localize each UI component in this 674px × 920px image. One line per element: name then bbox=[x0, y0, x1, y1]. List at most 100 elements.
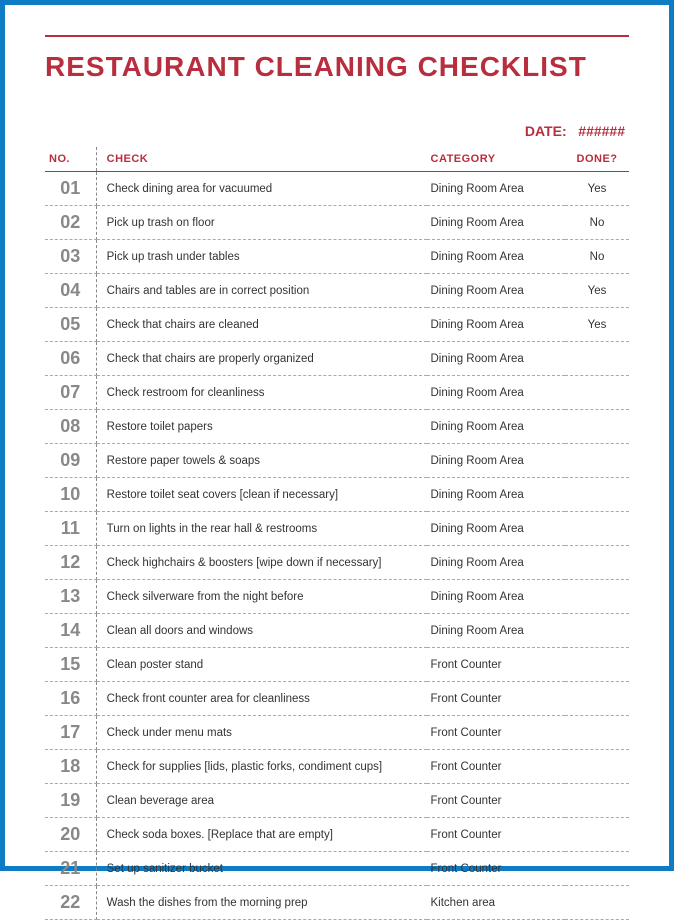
table-row: 20Check soda boxes. [Replace that are em… bbox=[45, 818, 629, 852]
cell-check: Clean beverage area bbox=[96, 784, 426, 818]
table-body: 01Check dining area for vacuumedDining R… bbox=[45, 172, 629, 920]
checklist-table: NO. CHECK CATEGORY DONE? 01Check dining … bbox=[45, 147, 629, 920]
cell-category: Dining Room Area bbox=[427, 172, 566, 206]
cell-done bbox=[565, 410, 629, 444]
cell-check: Check highchairs & boosters [wipe down i… bbox=[96, 546, 426, 580]
cell-no: 17 bbox=[45, 716, 96, 750]
cell-category: Dining Room Area bbox=[427, 376, 566, 410]
cell-category: Dining Room Area bbox=[427, 580, 566, 614]
cell-done: Yes bbox=[565, 172, 629, 206]
cell-no: 04 bbox=[45, 274, 96, 308]
table-header-row: NO. CHECK CATEGORY DONE? bbox=[45, 147, 629, 172]
cell-no: 03 bbox=[45, 240, 96, 274]
table-row: 17Check under menu matsFront Counter bbox=[45, 716, 629, 750]
cell-no: 21 bbox=[45, 852, 96, 886]
date-value: ###### bbox=[578, 123, 625, 139]
table-row: 01Check dining area for vacuumedDining R… bbox=[45, 172, 629, 206]
cell-check: Check restroom for cleanliness bbox=[96, 376, 426, 410]
cell-done bbox=[565, 376, 629, 410]
header-done: DONE? bbox=[565, 147, 629, 172]
table-row: 19Clean beverage areaFront Counter bbox=[45, 784, 629, 818]
cell-category: Front Counter bbox=[427, 818, 566, 852]
cell-category: Dining Room Area bbox=[427, 444, 566, 478]
cell-check: Restore toilet papers bbox=[96, 410, 426, 444]
cell-category: Front Counter bbox=[427, 784, 566, 818]
cell-no: 01 bbox=[45, 172, 96, 206]
cell-done bbox=[565, 784, 629, 818]
cell-no: 06 bbox=[45, 342, 96, 376]
cell-category: Dining Room Area bbox=[427, 342, 566, 376]
table-row: 11Turn on lights in the rear hall & rest… bbox=[45, 512, 629, 546]
cell-no: 08 bbox=[45, 410, 96, 444]
cell-category: Front Counter bbox=[427, 716, 566, 750]
cell-done: No bbox=[565, 206, 629, 240]
cell-category: Front Counter bbox=[427, 648, 566, 682]
cell-category: Dining Room Area bbox=[427, 274, 566, 308]
table-row: 08Restore toilet papersDining Room Area bbox=[45, 410, 629, 444]
cell-check: Pick up trash on floor bbox=[96, 206, 426, 240]
cell-category: Dining Room Area bbox=[427, 614, 566, 648]
cell-category: Kitchen area bbox=[427, 886, 566, 920]
page-title: RESTAURANT CLEANING CHECKLIST bbox=[45, 51, 629, 83]
cell-done bbox=[565, 818, 629, 852]
cell-category: Dining Room Area bbox=[427, 478, 566, 512]
cell-done bbox=[565, 512, 629, 546]
cell-done bbox=[565, 342, 629, 376]
table-row: 22Wash the dishes from the morning prepK… bbox=[45, 886, 629, 920]
cell-no: 14 bbox=[45, 614, 96, 648]
cell-check: Pick up trash under tables bbox=[96, 240, 426, 274]
cell-done bbox=[565, 580, 629, 614]
cell-check: Check front counter area for cleanliness bbox=[96, 682, 426, 716]
cell-check: Check for supplies [lids, plastic forks,… bbox=[96, 750, 426, 784]
table-row: 18Check for supplies [lids, plastic fork… bbox=[45, 750, 629, 784]
cell-done: Yes bbox=[565, 308, 629, 342]
cell-category: Dining Room Area bbox=[427, 512, 566, 546]
cell-check: Restore toilet seat covers [clean if nec… bbox=[96, 478, 426, 512]
cell-check: Check soda boxes. [Replace that are empt… bbox=[96, 818, 426, 852]
cell-check: Set up sanitizer bucket bbox=[96, 852, 426, 886]
cell-category: Front Counter bbox=[427, 852, 566, 886]
cell-done bbox=[565, 852, 629, 886]
cell-category: Dining Room Area bbox=[427, 410, 566, 444]
cell-check: Check silverware from the night before bbox=[96, 580, 426, 614]
cell-no: 07 bbox=[45, 376, 96, 410]
cell-done: Yes bbox=[565, 274, 629, 308]
cell-check: Restore paper towels & soaps bbox=[96, 444, 426, 478]
top-rule bbox=[45, 35, 629, 37]
cell-done bbox=[565, 886, 629, 920]
cell-done bbox=[565, 614, 629, 648]
cell-done bbox=[565, 478, 629, 512]
cell-done bbox=[565, 648, 629, 682]
cell-check: Turn on lights in the rear hall & restro… bbox=[96, 512, 426, 546]
table-row: 21Set up sanitizer bucketFront Counter bbox=[45, 852, 629, 886]
cell-done: No bbox=[565, 240, 629, 274]
cell-category: Dining Room Area bbox=[427, 546, 566, 580]
cell-no: 16 bbox=[45, 682, 96, 716]
cell-no: 20 bbox=[45, 818, 96, 852]
cell-no: 05 bbox=[45, 308, 96, 342]
cell-check: Clean poster stand bbox=[96, 648, 426, 682]
document-page: RESTAURANT CLEANING CHECKLIST DATE: ####… bbox=[0, 0, 674, 871]
cell-check: Wash the dishes from the morning prep bbox=[96, 886, 426, 920]
cell-no: 11 bbox=[45, 512, 96, 546]
table-row: 16Check front counter area for cleanline… bbox=[45, 682, 629, 716]
cell-done bbox=[565, 546, 629, 580]
cell-done bbox=[565, 444, 629, 478]
table-row: 07Check restroom for cleanlinessDining R… bbox=[45, 376, 629, 410]
cell-category: Dining Room Area bbox=[427, 308, 566, 342]
cell-check: Check that chairs are cleaned bbox=[96, 308, 426, 342]
table-row: 05Check that chairs are cleanedDining Ro… bbox=[45, 308, 629, 342]
cell-no: 22 bbox=[45, 886, 96, 920]
cell-check: Clean all doors and windows bbox=[96, 614, 426, 648]
table-row: 02Pick up trash on floorDining Room Area… bbox=[45, 206, 629, 240]
cell-no: 19 bbox=[45, 784, 96, 818]
date-label: DATE: bbox=[525, 123, 567, 139]
cell-check: Chairs and tables are in correct positio… bbox=[96, 274, 426, 308]
table-row: 09Restore paper towels & soapsDining Roo… bbox=[45, 444, 629, 478]
cell-category: Dining Room Area bbox=[427, 206, 566, 240]
table-row: 04Chairs and tables are in correct posit… bbox=[45, 274, 629, 308]
table-row: 06Check that chairs are properly organiz… bbox=[45, 342, 629, 376]
header-check: CHECK bbox=[96, 147, 426, 172]
date-line: DATE: ###### bbox=[45, 123, 629, 139]
table-row: 14Clean all doors and windowsDining Room… bbox=[45, 614, 629, 648]
